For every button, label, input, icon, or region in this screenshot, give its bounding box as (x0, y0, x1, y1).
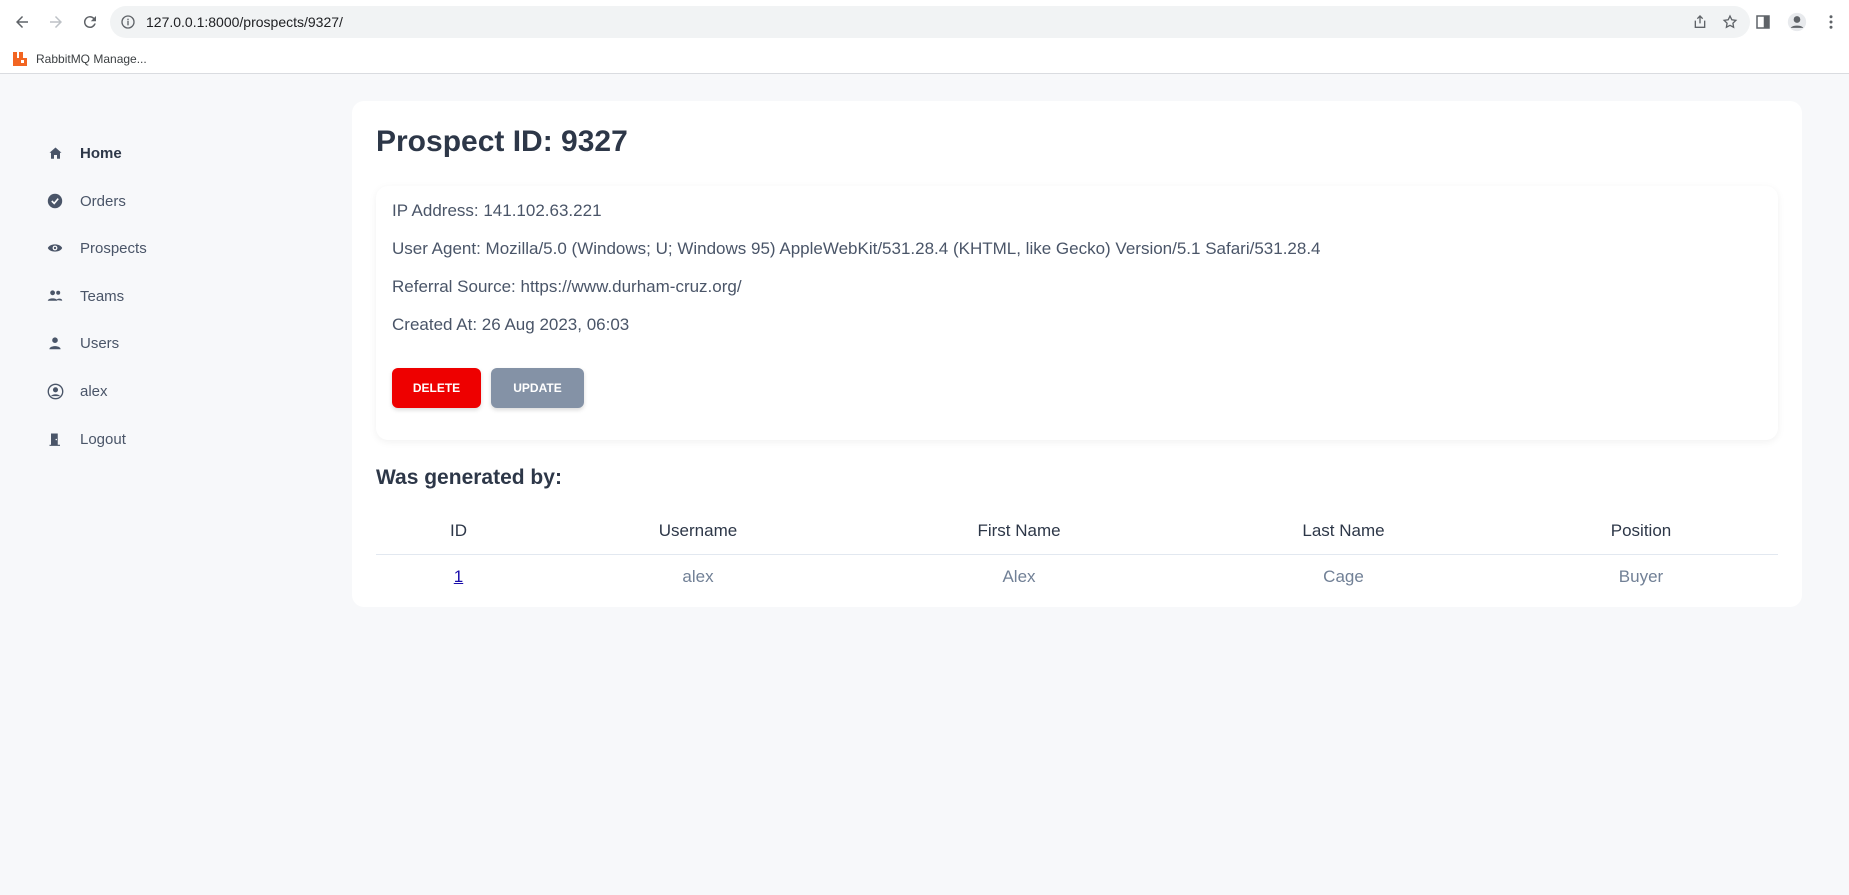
column-header-position: Position (1504, 508, 1778, 555)
user-agent: User Agent: Mozilla/5.0 (Windows; U; Win… (392, 239, 1321, 258)
cell-id: 1 (376, 554, 541, 600)
column-header-username: Username (541, 508, 855, 555)
door-icon (46, 430, 64, 448)
delete-button[interactable]: DELETE (392, 368, 481, 408)
update-button[interactable]: UPDATE (491, 368, 584, 408)
sidebar-item-users[interactable]: Users (46, 331, 119, 355)
sidebar-item-label: Orders (80, 192, 126, 210)
arrow-left-icon (16, 16, 28, 28)
side-panel-icon[interactable] (1753, 12, 1773, 32)
bookmark-label: RabbitMQ Manage... (36, 51, 147, 66)
sidebar-item-label: alex (80, 382, 108, 400)
sidebar-item-prospects[interactable]: Prospects (46, 236, 147, 260)
back-button[interactable] (6, 6, 38, 38)
url-text[interactable]: 127.0.0.1:8000/prospects/9327/ (146, 14, 343, 30)
sidebar-item-alex[interactable]: alex (46, 379, 108, 403)
sidebar-item-orders[interactable]: Orders (46, 189, 126, 213)
forward-button[interactable] (40, 6, 72, 38)
table-row: 1 alex Alex Cage Buyer (376, 554, 1778, 600)
kebab-menu-icon[interactable] (1821, 12, 1841, 32)
info-icon[interactable] (120, 14, 136, 30)
cell-last-name: Cage (1323, 567, 1364, 587)
sidebar-item-home[interactable]: Home (46, 141, 122, 165)
rabbitmq-icon (13, 51, 27, 66)
column-header-last-name: Last Name (1183, 508, 1504, 555)
table-header-row: ID Username First Name Last Name Positio… (376, 508, 1778, 555)
user-icon (46, 334, 64, 352)
sidebar-item-label: Users (80, 334, 120, 352)
reload-button[interactable] (74, 6, 106, 38)
cell-username: alex (682, 567, 714, 587)
ip-address: IP Address: 141.102.63.221 (392, 201, 602, 220)
generated-by-title: Was generated by: (376, 466, 562, 489)
prospect-details: IP Address: 141.102.63.221 User Agent: M… (376, 186, 1778, 440)
bookmark-rabbitmq[interactable]: RabbitMQ Manage... (12, 51, 147, 67)
sidebar-item-label: Home (80, 144, 122, 162)
page-title: Prospect ID: 9327 (376, 125, 628, 158)
referral-source: Referral Source: https://www.durham-cruz… (392, 277, 742, 296)
user-id-link[interactable]: 1 (454, 567, 463, 586)
reload-icon (83, 16, 96, 29)
column-header-id: ID (376, 508, 541, 555)
cell-position: Buyer (1618, 567, 1664, 587)
column-header-first-name: First Name (855, 508, 1183, 555)
sidebar-item-label: Logout (80, 430, 126, 448)
home-icon (46, 144, 64, 162)
cell-first-name: Alex (1002, 567, 1036, 587)
star-icon[interactable] (1722, 14, 1738, 30)
arrow-right-icon (50, 16, 62, 28)
sidebar-item-label: Teams (80, 287, 125, 305)
user-circle-icon (46, 382, 64, 400)
address-bar[interactable]: 127.0.0.1:8000/prospects/9327/ (110, 6, 1750, 38)
profile-avatar-icon[interactable] (1787, 12, 1807, 32)
check-circle-icon (46, 192, 64, 210)
users-icon (46, 287, 64, 305)
share-icon[interactable] (1692, 14, 1708, 30)
prospect-card: Prospect ID: 9327 IP Address: 141.102.63… (352, 101, 1802, 607)
sidebar-item-logout[interactable]: Logout (46, 427, 126, 451)
sidebar-item-teams[interactable]: Teams (46, 284, 124, 308)
sidebar-item-label: Prospects (80, 239, 147, 257)
generated-by-table: ID Username First Name Last Name Positio… (376, 508, 1778, 600)
browser-toolbar: 127.0.0.1:8000/prospects/9327/ (0, 0, 1849, 44)
eye-icon (46, 239, 64, 257)
created-at: Created At: 26 Aug 2023, 06:03 (392, 315, 630, 334)
bookmarks-bar: RabbitMQ Manage... (0, 44, 1849, 74)
